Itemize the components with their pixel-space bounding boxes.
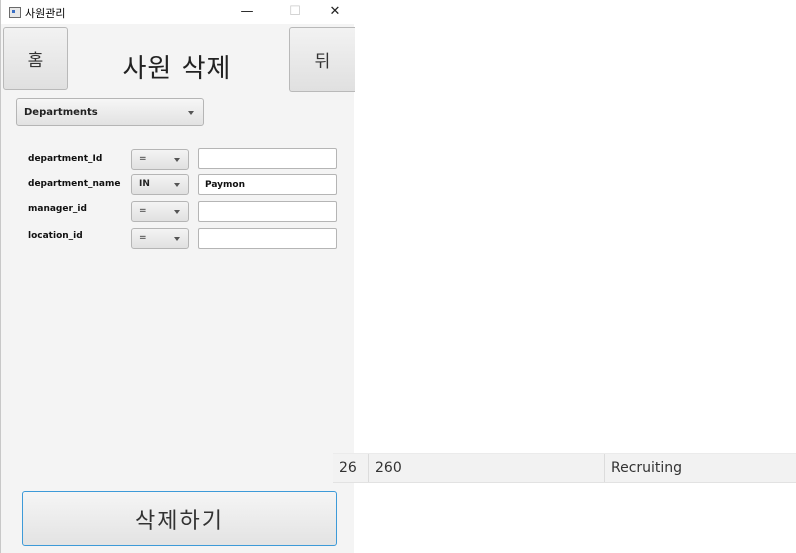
page-title: 사원 삭제	[122, 54, 232, 84]
title-bar[interactable]: 사원관리 — ☐ ✕	[1, 0, 354, 24]
filter-label-location-id: location_id	[28, 231, 83, 241]
filter-operator-department-id[interactable]: =	[131, 149, 189, 170]
chevron-down-icon	[174, 210, 180, 214]
filter-label-department-name: department_name	[28, 179, 121, 189]
close-button[interactable]: ✕	[321, 2, 349, 22]
maximize-button[interactable]: ☐	[281, 2, 309, 22]
filter-label-department-id: department_Id	[28, 154, 103, 164]
operator-value: IN	[139, 179, 150, 189]
filter-label-manager-id: manager_id	[28, 204, 87, 214]
chevron-down-icon	[174, 237, 180, 241]
table-select-dropdown[interactable]: Departments	[16, 98, 204, 126]
home-button[interactable]: 홈	[3, 27, 68, 90]
filter-operator-location-id[interactable]: =	[131, 228, 189, 249]
table-cell: 260	[369, 454, 605, 482]
minimize-button[interactable]: —	[233, 2, 261, 22]
filter-operator-manager-id[interactable]: =	[131, 201, 189, 222]
table-row[interactable]: 26 260 Recruiting	[333, 453, 796, 483]
back-button[interactable]: 뒤	[289, 27, 355, 92]
filter-input-location-id[interactable]	[198, 228, 337, 249]
table-cell: Recruiting	[611, 460, 683, 476]
app-window-icon	[9, 7, 21, 18]
operator-value: =	[139, 206, 147, 216]
filter-operator-department-name[interactable]: IN	[131, 174, 189, 195]
filter-input-department-name[interactable]	[198, 174, 337, 195]
table-select-value: Departments	[24, 107, 98, 118]
chevron-down-icon	[174, 183, 180, 187]
filter-input-manager-id[interactable]	[198, 201, 337, 222]
table-cell: 26	[333, 454, 369, 482]
operator-value: =	[139, 233, 147, 243]
window-title: 사원관리	[25, 7, 66, 20]
chevron-down-icon	[188, 111, 194, 115]
filter-input-department-id[interactable]	[198, 148, 337, 169]
operator-value: =	[139, 154, 147, 164]
delete-button[interactable]: 삭제하기	[22, 491, 337, 546]
chevron-down-icon	[174, 158, 180, 162]
